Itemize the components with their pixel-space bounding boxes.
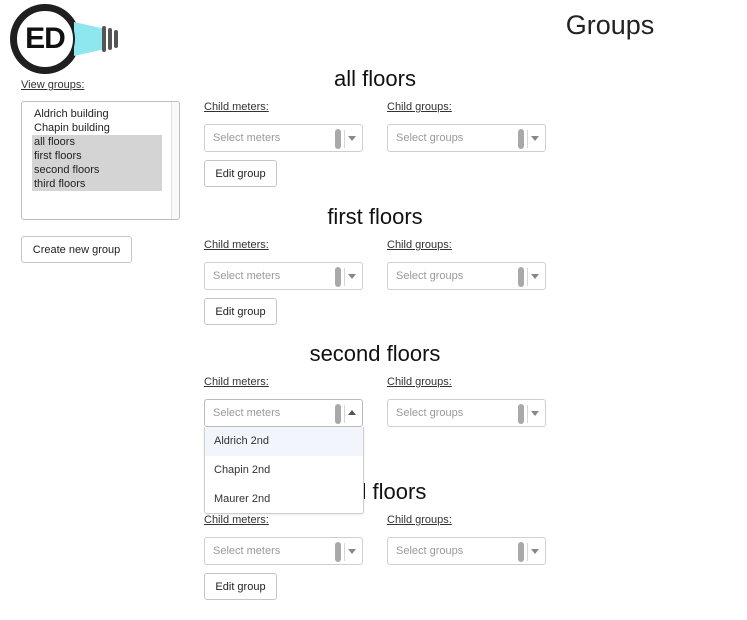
- group-list[interactable]: Aldrich building Chapin building all flo…: [21, 101, 180, 220]
- child-meters-label: Child meters:: [204, 239, 269, 251]
- select-pill: [518, 404, 524, 424]
- child-groups-label: Child groups:: [387, 239, 452, 251]
- select-placeholder: Select groups: [396, 407, 464, 419]
- logo-bars: [102, 26, 118, 52]
- group-list-item[interactable]: third floors: [32, 177, 162, 191]
- chevron-down-icon[interactable]: [348, 274, 356, 279]
- create-group-button[interactable]: Create new group: [21, 236, 132, 263]
- child-meters-select[interactable]: Select meters: [204, 262, 363, 290]
- select-placeholder: Select meters: [213, 407, 281, 419]
- group-list-item[interactable]: second floors: [32, 163, 162, 177]
- logo-text: ED: [15, 9, 75, 69]
- chevron-down-icon[interactable]: [348, 136, 356, 141]
- group-list-item[interactable]: Aldrich building: [32, 107, 162, 121]
- chevron-down-icon[interactable]: [348, 549, 356, 554]
- edit-group-button[interactable]: Edit group: [204, 298, 277, 325]
- group-list-item[interactable]: Chapin building: [32, 121, 162, 135]
- select-placeholder: Select meters: [213, 132, 281, 144]
- select-placeholder: Select groups: [396, 270, 464, 282]
- logo-beam: [74, 22, 104, 56]
- chevron-down-icon[interactable]: [531, 411, 539, 416]
- child-groups-label: Child groups:: [387, 101, 452, 113]
- group-title: first floors: [327, 204, 423, 229]
- meters-dropdown-menu[interactable]: Aldrich 2nd Chapin 2nd Maurer 2nd: [204, 427, 364, 514]
- edit-group-button[interactable]: Edit group: [204, 160, 277, 187]
- select-pill: [518, 267, 524, 287]
- child-groups-select[interactable]: Select groups: [387, 262, 546, 290]
- page-title: Groups: [565, 10, 655, 40]
- chevron-up-icon[interactable]: [348, 410, 356, 415]
- select-pill: [335, 267, 341, 287]
- chevron-down-icon[interactable]: [531, 549, 539, 554]
- select-placeholder: Select meters: [213, 270, 281, 282]
- select-pill: [335, 404, 341, 424]
- group-list-item[interactable]: first floors: [32, 149, 162, 163]
- chevron-down-icon[interactable]: [531, 274, 539, 279]
- dropdown-option[interactable]: Maurer 2nd: [205, 485, 363, 514]
- child-groups-select[interactable]: Select groups: [387, 537, 546, 565]
- group-title: all floors: [334, 66, 416, 91]
- select-pill: [518, 129, 524, 149]
- dropdown-option[interactable]: Aldrich 2nd: [205, 427, 363, 456]
- select-pill: [335, 129, 341, 149]
- child-groups-select[interactable]: Select groups: [387, 399, 546, 427]
- child-meters-label: Child meters:: [204, 376, 269, 388]
- child-meters-select[interactable]: Select meters: [204, 124, 363, 152]
- select-pill: [518, 542, 524, 562]
- child-groups-label: Child groups:: [387, 376, 452, 388]
- select-pill: [335, 542, 341, 562]
- edit-group-button[interactable]: Edit group: [204, 573, 277, 600]
- child-groups-select[interactable]: Select groups: [387, 124, 546, 152]
- select-placeholder: Select groups: [396, 545, 464, 557]
- child-meters-select[interactable]: Select meters: [204, 399, 363, 427]
- child-groups-label: Child groups:: [387, 514, 452, 526]
- group-title: second floors: [309, 341, 441, 366]
- select-placeholder: Select groups: [396, 132, 464, 144]
- child-meters-label: Child meters:: [204, 514, 269, 526]
- select-placeholder: Select meters: [213, 545, 281, 557]
- child-meters-label: Child meters:: [204, 101, 269, 113]
- child-meters-select[interactable]: Select meters: [204, 537, 363, 565]
- group-list-scrollbar[interactable]: [171, 102, 179, 219]
- chevron-down-icon[interactable]: [531, 136, 539, 141]
- app-logo: ED: [10, 4, 120, 74]
- group-list-item[interactable]: all floors: [32, 135, 162, 149]
- view-groups-label: View groups:: [21, 79, 85, 91]
- dropdown-option[interactable]: Chapin 2nd: [205, 456, 363, 485]
